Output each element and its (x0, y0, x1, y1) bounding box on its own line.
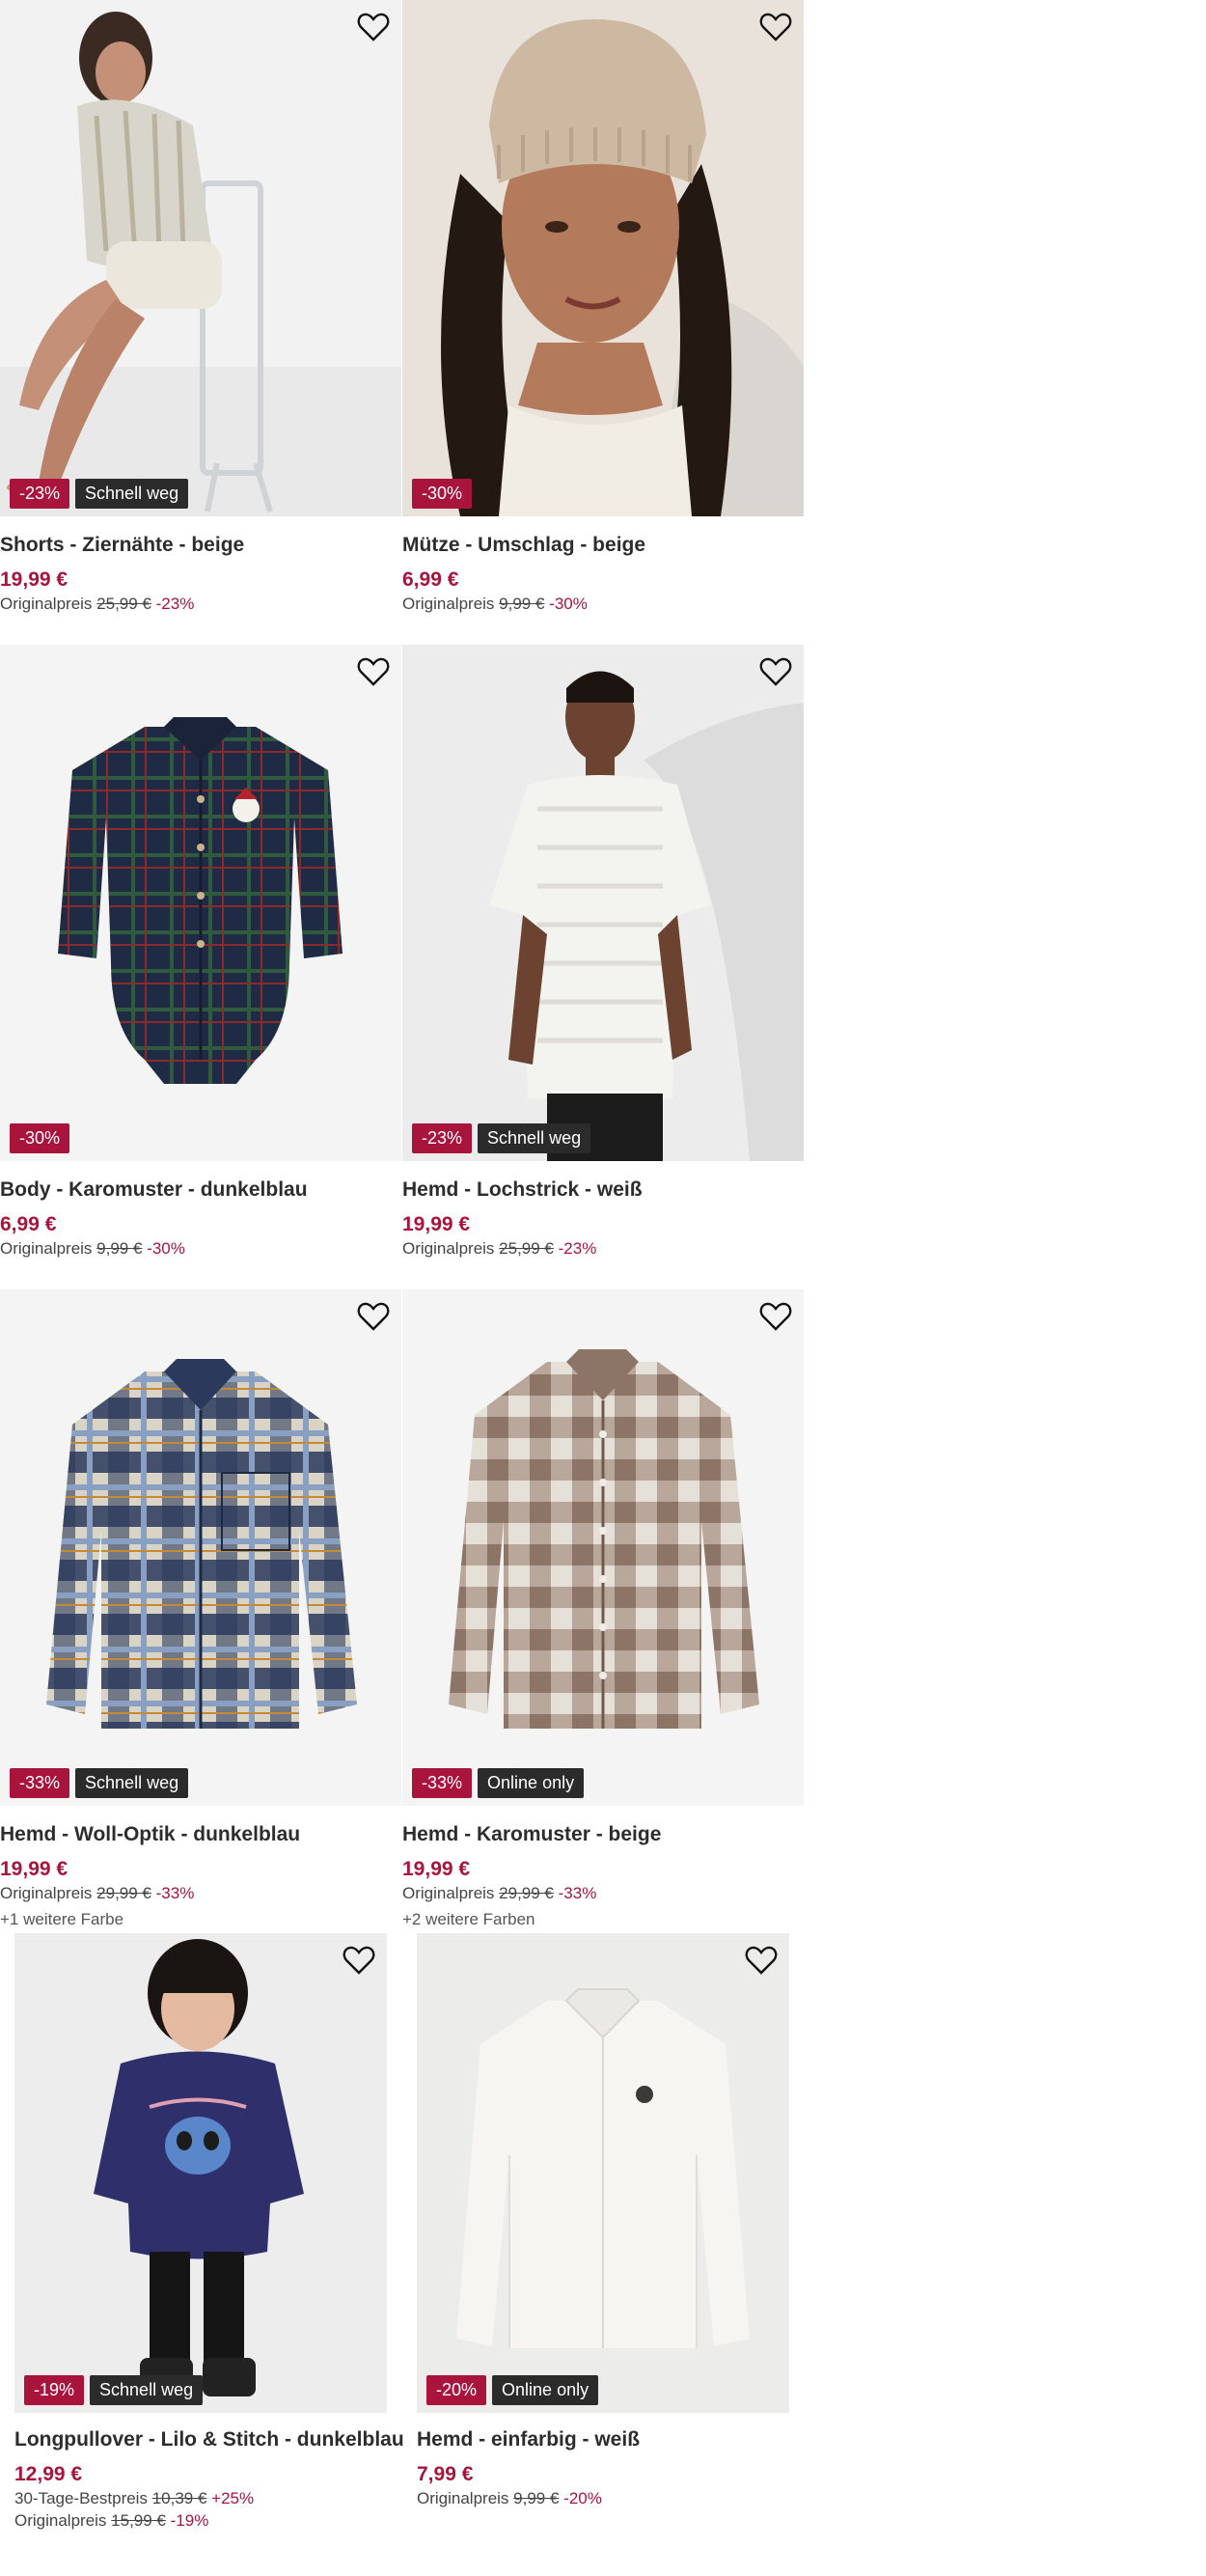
plaid-bodysuit-icon (58, 717, 343, 1084)
more-colors-link[interactable]: +2 weitere Farben (402, 1910, 535, 1929)
discount-badge: -30% (10, 1123, 70, 1153)
product-price: 12,99 € (14, 2463, 83, 2485)
heart-icon[interactable] (357, 656, 390, 687)
badge-group: -33% Online only (412, 1768, 585, 1798)
product-price: 19,99 € (0, 1858, 69, 1880)
product-title[interactable]: Shorts - Ziernähte - beige (0, 534, 244, 557)
discount-badge: -33% (412, 1768, 473, 1798)
girl-stitch-pullover-icon (94, 1939, 304, 2396)
product-image[interactable]: -20% Online only (417, 1933, 789, 2413)
original-price: Originalpreis 9,99 € -30% (402, 595, 588, 613)
product-price: 6,99 € (0, 1213, 57, 1235)
product-title[interactable]: Hemd - Woll-Optik - dunkelblau (0, 1823, 300, 1846)
original-price: Originalpreis 25,99 € -23% (0, 595, 195, 613)
badge-group: -23% Schnell weg (10, 479, 189, 509)
product-price: 19,99 € (0, 568, 69, 591)
original-price: Originalpreis 25,99 € -23% (402, 1239, 597, 1258)
product-image[interactable]: -33% Schnell weg (0, 1289, 401, 1806)
product-price: 6,99 € (402, 568, 459, 591)
original-price: Originalpreis 29,99 € -33% (402, 1884, 597, 1902)
badge-group: -23% Schnell weg (412, 1123, 591, 1153)
man-white-shirt-icon (489, 671, 804, 1161)
more-colors-link[interactable]: +1 weitere Farbe (0, 1910, 123, 1929)
product-image[interactable]: -23% Schnell weg (0, 0, 401, 516)
original-price: Originalpreis 29,99 € -33% (0, 1884, 195, 1902)
status-badge: Online only (478, 1768, 585, 1798)
product-title[interactable]: Hemd - einfarbig - weiß (417, 2428, 640, 2451)
product-image[interactable]: -23% Schnell weg (402, 645, 804, 1161)
badge-group: -30% (10, 1123, 70, 1153)
product-image[interactable]: -33% Online only (402, 1289, 804, 1806)
product-price: 19,99 € (402, 1213, 471, 1235)
heart-icon[interactable] (343, 1945, 375, 1976)
heart-icon[interactable] (357, 12, 390, 42)
woman-sitting-chair-icon (0, 12, 401, 516)
brown-check-shirt-icon (449, 1349, 759, 1729)
status-badge: Schnell weg (478, 1123, 591, 1153)
product-price: 7,99 € (417, 2463, 474, 2485)
woman-beanie-icon (441, 19, 804, 516)
badge-group: -19% Schnell weg (24, 2375, 204, 2405)
discount-badge: -23% (412, 1123, 473, 1153)
status-badge: Schnell weg (75, 1768, 189, 1798)
discount-badge: -19% (24, 2375, 85, 2405)
product-title[interactable]: Hemd - Lochstrick - weiß (402, 1178, 643, 1202)
product-title[interactable]: Body - Karomuster - dunkelblau (0, 1178, 308, 1202)
product-price: 19,99 € (402, 1858, 471, 1880)
original-price: Originalpreis 15,99 € -19% (14, 2511, 209, 2530)
heart-icon[interactable] (745, 1945, 778, 1976)
heart-icon[interactable] (357, 1301, 390, 1332)
discount-badge: -20% (426, 2375, 487, 2405)
badge-group: -30% (412, 479, 473, 509)
product-title[interactable]: Hemd - Karomuster - beige (402, 1823, 661, 1846)
heart-icon[interactable] (759, 656, 792, 687)
white-shirt-icon (456, 1988, 750, 2348)
best-price: 30-Tage-Bestpreis 10,39 € +25% (14, 2489, 255, 2507)
blue-plaid-shirt-icon (46, 1359, 357, 1729)
product-image[interactable]: -19% Schnell weg (14, 1933, 387, 2413)
badge-group: -33% Schnell weg (10, 1768, 189, 1798)
heart-icon[interactable] (759, 12, 792, 42)
product-image[interactable]: -30% (0, 645, 401, 1161)
discount-badge: -33% (10, 1768, 70, 1798)
original-price: Originalpreis 9,99 € -20% (417, 2489, 602, 2507)
product-image[interactable]: -30% (402, 0, 804, 516)
product-title[interactable]: Longpullover - Lilo & Stitch - dunkelbla… (14, 2428, 404, 2451)
status-badge: Schnell weg (90, 2375, 204, 2405)
original-price: Originalpreis 9,99 € -30% (0, 1239, 185, 1258)
product-title[interactable]: Mütze - Umschlag - beige (402, 534, 645, 557)
status-badge: Online only (492, 2375, 599, 2405)
discount-badge: -23% (10, 479, 70, 509)
status-badge: Schnell weg (75, 479, 189, 509)
badge-group: -20% Online only (426, 2375, 599, 2405)
discount-badge: -30% (412, 479, 473, 509)
heart-icon[interactable] (759, 1301, 792, 1332)
